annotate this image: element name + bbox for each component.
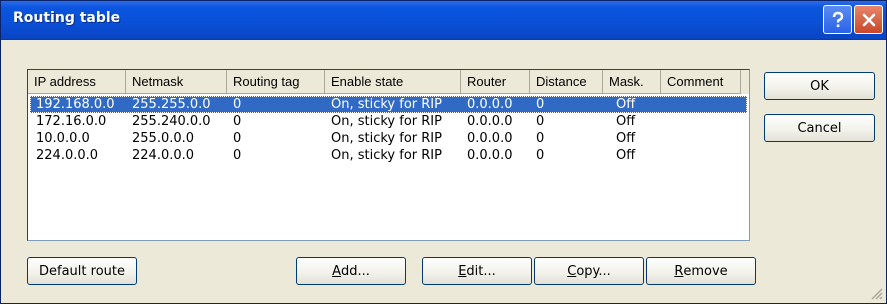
close-icon xyxy=(862,13,875,26)
window-title: Routing table xyxy=(13,10,121,26)
copy-button-label: opy... xyxy=(576,263,611,279)
title-bar[interactable]: Routing table xyxy=(1,1,886,40)
remove-button-accel: R xyxy=(674,263,684,279)
router-cell: 0.0.0.0 xyxy=(467,114,513,129)
distance-cell: 0 xyxy=(536,114,545,129)
routing-tag-cell: 0 xyxy=(233,131,242,146)
add-button-accel: A xyxy=(332,263,341,279)
column-header-ip-address[interactable]: IP address xyxy=(28,70,126,94)
comment-cell xyxy=(661,147,667,164)
enable-state-cell: On, sticky for RIP xyxy=(331,114,442,129)
enable-state-cell: On, sticky for RIP xyxy=(331,97,442,112)
cancel-button[interactable]: Cancel xyxy=(764,114,875,142)
routing-tag-cell: 0 xyxy=(233,97,242,112)
table-row[interactable]: 224.0.0.0 224.0.0.0 0 On, sticky for RIP… xyxy=(30,147,747,164)
help-button[interactable] xyxy=(823,5,852,34)
remove-button-label: emove xyxy=(683,263,728,279)
add-button[interactable]: Add... xyxy=(296,257,406,285)
edit-button[interactable]: Edit... xyxy=(422,257,532,285)
routes-list[interactable]: IP address Netmask Routing tag Enable st… xyxy=(27,69,750,241)
remove-button[interactable]: Remove xyxy=(646,257,756,285)
netmask-cell: 224.0.0.0 xyxy=(132,148,195,163)
column-header-comment[interactable]: Comment xyxy=(661,70,741,94)
enable-state-cell: On, sticky for RIP xyxy=(331,148,442,163)
copy-button-accel: C xyxy=(567,263,577,279)
distance-cell: 0 xyxy=(536,148,545,163)
masquerade-cell: Off xyxy=(616,114,636,129)
column-header-router[interactable]: Router xyxy=(461,70,530,94)
comment-cell xyxy=(661,113,667,130)
ip-address-cell: 10.0.0.0 xyxy=(36,131,90,146)
masquerade-cell: Off xyxy=(616,148,636,163)
resize-grip-icon[interactable] xyxy=(868,285,884,301)
edit-button-label: dit... xyxy=(466,263,496,279)
distance-cell: 0 xyxy=(536,97,545,112)
router-cell: 0.0.0.0 xyxy=(467,131,513,146)
default-route-button[interactable]: Default route xyxy=(27,257,137,285)
distance-cell: 0 xyxy=(536,131,545,146)
table-row[interactable]: 192.168.0.0 255.255.0.0 0 On, sticky for… xyxy=(30,96,747,113)
column-header-netmask[interactable]: Netmask xyxy=(126,70,227,94)
column-header-enable-state[interactable]: Enable state xyxy=(325,70,461,94)
routing-tag-cell: 0 xyxy=(233,114,242,129)
netmask-cell: 255.0.0.0 xyxy=(132,131,195,146)
edit-button-accel: E xyxy=(458,263,467,279)
help-icon xyxy=(832,11,843,27)
masquerade-cell: Off xyxy=(616,131,636,146)
comment-cell xyxy=(661,96,667,113)
add-button-label: dd... xyxy=(341,263,370,279)
table-row[interactable]: 172.16.0.0 255.240.0.0 0 On, sticky for … xyxy=(30,113,747,130)
column-header-distance[interactable]: Distance xyxy=(530,70,603,94)
table-row[interactable]: 10.0.0.0 255.0.0.0 0 On, sticky for RIP … xyxy=(30,130,747,147)
close-button[interactable] xyxy=(854,5,883,34)
column-header-masquerade[interactable]: Mask. xyxy=(603,70,661,94)
routing-tag-cell: 0 xyxy=(233,148,242,163)
ip-address-cell: 224.0.0.0 xyxy=(36,148,99,163)
column-header-routing-tag[interactable]: Routing tag xyxy=(227,70,325,94)
ip-address-cell: 172.16.0.0 xyxy=(36,114,107,129)
masquerade-cell: Off xyxy=(616,97,636,112)
router-cell: 0.0.0.0 xyxy=(467,97,513,112)
routing-table-dialog: Routing table IP address Netmask Routing… xyxy=(0,0,887,304)
router-cell: 0.0.0.0 xyxy=(467,148,513,163)
netmask-cell: 255.255.0.0 xyxy=(132,97,211,112)
netmask-cell: 255.240.0.0 xyxy=(132,114,211,129)
copy-button[interactable]: Copy... xyxy=(534,257,644,285)
enable-state-cell: On, sticky for RIP xyxy=(331,131,442,146)
ok-button[interactable]: OK xyxy=(764,72,875,100)
ip-address-cell: 192.168.0.0 xyxy=(36,97,115,112)
comment-cell xyxy=(661,130,667,147)
list-header: IP address Netmask Routing tag Enable st… xyxy=(28,70,749,94)
